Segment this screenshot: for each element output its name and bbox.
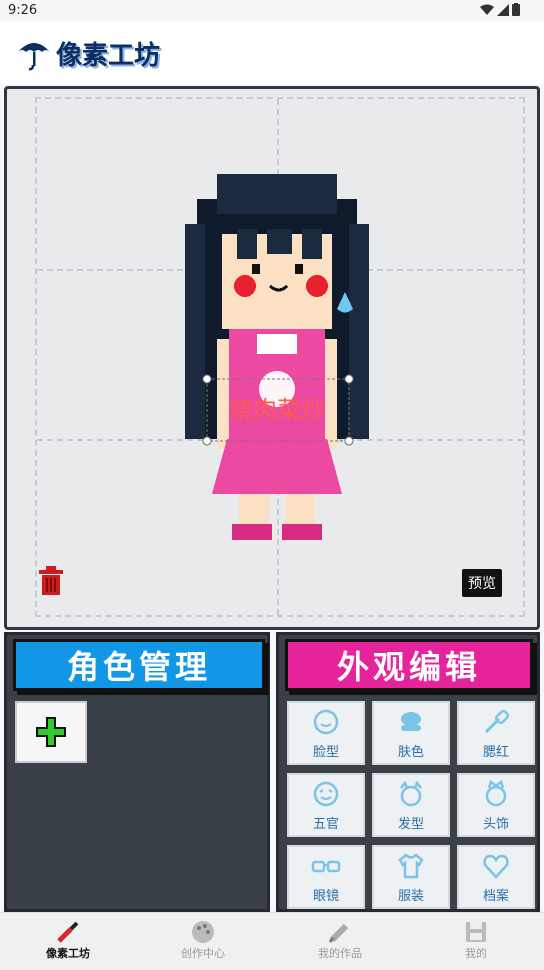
glasses-button[interactable]: 眼镜 <box>287 845 365 909</box>
glasses-label: 眼镜 <box>312 888 339 904</box>
glasses-icon <box>311 860 341 872</box>
character-management-title: 角色管理 <box>13 639 265 691</box>
character-management-panel: 角色管理 <box>4 632 270 912</box>
trash-icon[interactable] <box>37 565 65 597</box>
tab-my-works[interactable]: 我的作品 <box>290 919 390 961</box>
skin-color-icon <box>401 711 421 731</box>
hairstyle-label: 发型 <box>397 816 424 832</box>
clothing-label: 服装 <box>397 888 424 904</box>
wifi-icon <box>480 4 494 15</box>
bottom-tab-bar: 像素工坊 创作中心 我的作品 我的 <box>0 912 544 970</box>
tab-label: 我的作品 <box>318 947 362 960</box>
status-icons <box>480 3 520 16</box>
character-canvas[interactable]: 烧肉菜炒 预览 <box>4 86 540 630</box>
headwear-icon <box>485 779 507 806</box>
app-header: 像素工坊 <box>0 22 544 84</box>
features-button[interactable]: 五官 <box>287 773 365 837</box>
appearance-edit-title: 外观编辑 <box>285 639 533 691</box>
face-shape-label: 脸型 <box>312 744 339 760</box>
face-shape-button[interactable]: 脸型 <box>287 701 365 765</box>
heart-icon <box>483 854 509 879</box>
status-time: 9:26 <box>8 3 38 18</box>
blush-button[interactable]: 腮红 <box>457 701 535 765</box>
headwear-button[interactable]: 头饰 <box>457 773 535 837</box>
tab-creation-center[interactable]: 创作中心 <box>153 919 253 961</box>
tab-label: 创作中心 <box>181 947 225 960</box>
tab-label: 我的 <box>465 947 487 960</box>
headwear-label: 头饰 <box>482 816 509 832</box>
battery-icon <box>512 3 520 16</box>
profile-button[interactable]: 档案 <box>457 845 535 909</box>
tab-me[interactable]: 我的 <box>426 919 526 961</box>
profile-label: 档案 <box>482 888 509 904</box>
features-label: 五官 <box>312 816 339 832</box>
plus-icon <box>36 717 66 747</box>
appearance-options: 脸型 肤色 腮红 五官 发型 头饰 眼镜 服装 档案 <box>287 701 535 909</box>
palette-icon <box>192 921 214 943</box>
pencil-icon <box>328 923 349 943</box>
status-bar: 9:26 <box>0 0 544 22</box>
tab-label: 像素工坊 <box>46 947 90 960</box>
paintbrush-icon <box>57 921 79 943</box>
save-disk-icon <box>466 922 486 942</box>
pixel-character[interactable]: 烧肉菜炒 <box>167 164 387 554</box>
app-title: 像素工坊 <box>56 40 161 71</box>
tab-pixel-workshop[interactable]: 像素工坊 <box>18 919 118 961</box>
appearance-edit-panel: 外观编辑 脸型 肤色 腮红 五官 发型 头饰 眼镜 服装 档案 <box>276 632 540 912</box>
hairstyle-button[interactable]: 发型 <box>372 773 450 837</box>
skin-color-button[interactable]: 肤色 <box>372 701 450 765</box>
sticker-text[interactable]: 烧肉菜炒 <box>229 396 325 424</box>
umbrella-icon <box>18 43 50 71</box>
skin-color-label: 肤色 <box>397 744 424 760</box>
clothing-button[interactable]: 服装 <box>372 845 450 909</box>
blush-label: 腮红 <box>482 744 509 760</box>
blush-brush-icon <box>484 709 510 733</box>
app-logo: 像素工坊 <box>16 34 160 72</box>
face-icon <box>313 709 339 734</box>
features-icon <box>313 781 339 806</box>
clothing-icon <box>398 852 424 878</box>
add-character-button[interactable] <box>15 701 87 763</box>
preview-button[interactable]: 预览 <box>462 569 502 597</box>
hairstyle-icon <box>400 780 422 806</box>
signal-icon <box>497 3 509 16</box>
